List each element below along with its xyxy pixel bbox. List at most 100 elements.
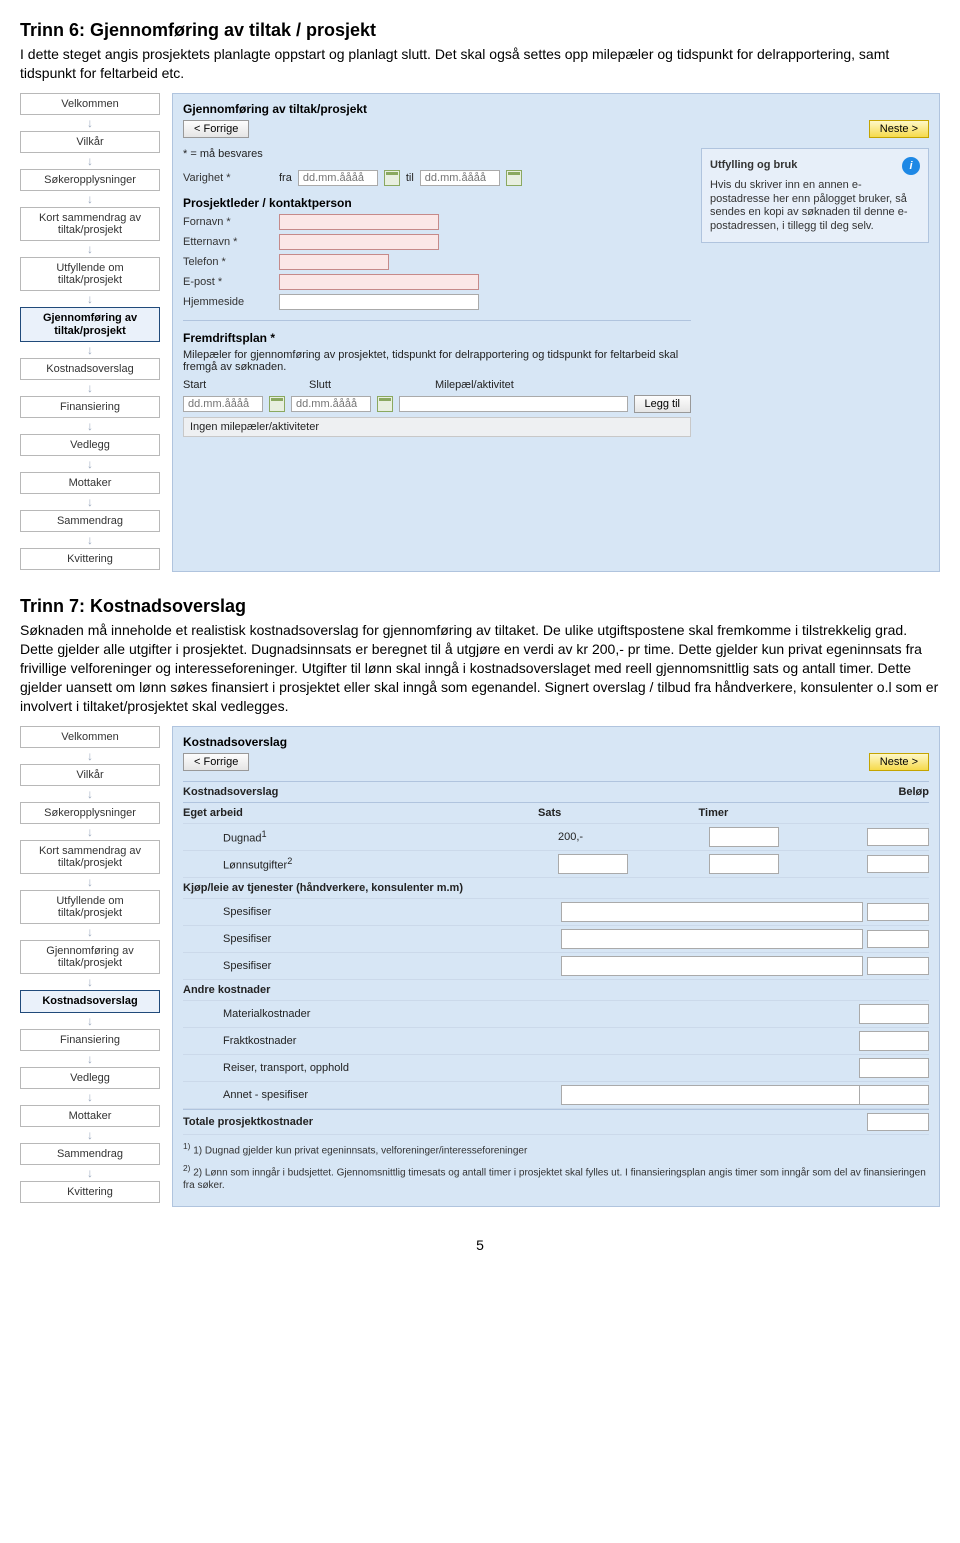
dugnad-sats-value: 200,- [518,831,703,843]
material-label: Materialkostnader [183,1008,853,1020]
spesifiser-2-input[interactable] [561,929,863,949]
sidebar-item-sokeropplysninger[interactable]: Søkeropplysninger [20,802,160,824]
no-milestones: Ingen milepæler/aktiviteter [183,417,691,437]
dugnad-timer-input[interactable] [709,827,779,847]
date-to-input[interactable] [420,170,500,186]
material-amount-input[interactable] [859,1004,929,1024]
telefon-label: Telefon * [183,256,273,268]
sidebar-item-sammendrag[interactable]: Sammendrag [20,1143,160,1165]
amount-heading: Beløp [898,786,929,798]
spesifiser-3-input[interactable] [561,956,863,976]
calendar-icon[interactable] [384,170,400,186]
calendar-icon[interactable] [269,396,285,412]
fornavn-input[interactable] [279,214,439,230]
total-label: Totale prosjektkostnader [183,1116,853,1128]
arrow-icon: ↓ [20,155,160,167]
required-note: * = må besvares [183,148,691,160]
milestone-text-input[interactable] [399,396,628,412]
sidebar-item-gjennomforing[interactable]: Gjennomføring av tiltak/prosjekt [20,940,160,974]
page-number: 5 [20,1237,940,1253]
footnote-2: 2) 2) Lønn som inngår i budsjettet. Gjen… [183,1163,929,1192]
fra-label: fra [279,172,292,184]
app-screenshot-2: Velkommen ↓ Vilkår ↓ Søkeropplysninger ↓… [20,726,940,1208]
sidebar-item-vilkar[interactable]: Vilkår [20,131,160,153]
sidebar-item-sokeropplysninger[interactable]: Søkeropplysninger [20,169,160,191]
etternavn-input[interactable] [279,234,439,250]
fremdriftsplan-title: Fremdriftsplan * [183,331,691,345]
add-button[interactable]: Legg til [634,395,691,413]
main-panel: Kostnadsoverslag < Forrige Neste > Kostn… [172,726,940,1208]
prev-button[interactable]: < Forrige [183,753,249,771]
sidebar-item-vedlegg[interactable]: Vedlegg [20,1067,160,1089]
prev-button[interactable]: < Forrige [183,120,249,138]
etternavn-label: Etternavn * [183,236,273,248]
wizard-sidebar: Velkommen ↓ Vilkår ↓ Søkeropplysninger ↓… [20,726,160,1208]
annet-label: Annet - spesifiser [183,1089,515,1101]
sidebar-item-velkommen[interactable]: Velkommen [20,93,160,115]
arrow-icon: ↓ [20,1053,160,1065]
sidebar-item-finansiering[interactable]: Finansiering [20,396,160,418]
arrow-icon: ↓ [20,876,160,888]
sidebar-item-kostnadsoverslag[interactable]: Kostnadsoverslag [20,990,160,1012]
sidebar-item-sammendrag-kort[interactable]: Kort sammendrag av tiltak/prosjekt [20,207,160,241]
sidebar-item-kvittering[interactable]: Kvittering [20,548,160,570]
sidebar-item-utfyllende[interactable]: Utfyllende om tiltak/prosjekt [20,257,160,291]
sidebar-item-vilkar[interactable]: Vilkår [20,764,160,786]
start-col: Start [183,379,303,391]
sidebar-item-utfyllende[interactable]: Utfyllende om tiltak/prosjekt [20,890,160,924]
spesifiser-2-amount [867,930,929,948]
dugnad-amount [867,828,929,846]
arrow-icon: ↓ [20,193,160,205]
milestone-start-input[interactable] [183,396,263,412]
arrow-icon: ↓ [20,243,160,255]
frakt-amount-input[interactable] [859,1031,929,1051]
next-button[interactable]: Neste > [869,120,929,138]
section7-body: Søknaden må inneholde et realistisk kost… [20,621,940,715]
arrow-icon: ↓ [20,1129,160,1141]
dugnad-label: Dugnad [223,832,262,844]
arrow-icon: ↓ [20,976,160,988]
sidebar-item-kvittering[interactable]: Kvittering [20,1181,160,1203]
next-button[interactable]: Neste > [869,753,929,771]
sidebar-item-mottaker[interactable]: Mottaker [20,472,160,494]
calendar-icon[interactable] [506,170,522,186]
info-icon: i [902,157,920,175]
epost-input[interactable] [279,274,479,290]
help-title: Utfylling og bruk [710,159,797,173]
arrow-icon: ↓ [20,926,160,938]
date-from-input[interactable] [298,170,378,186]
sidebar-item-kostnadsoverslag[interactable]: Kostnadsoverslag [20,358,160,380]
hjemmeside-input[interactable] [279,294,479,310]
milestone-end-input[interactable] [291,396,371,412]
app-screenshot-1: Velkommen ↓ Vilkår ↓ Søkeropplysninger ↓… [20,93,940,572]
sidebar-item-sammendrag-kort[interactable]: Kort sammendrag av tiltak/prosjekt [20,840,160,874]
spes-label: Spesifiser [183,906,515,918]
lonn-sats-input[interactable] [558,854,628,874]
lonn-amount [867,855,929,873]
sidebar-item-velkommen[interactable]: Velkommen [20,726,160,748]
calendar-icon[interactable] [377,396,393,412]
reiser-amount-input[interactable] [859,1058,929,1078]
sidebar-item-sammendrag[interactable]: Sammendrag [20,510,160,532]
kjop-label: Kjøp/leie av tjenester (håndverkere, kon… [183,882,492,894]
spesifiser-1-input[interactable] [561,902,863,922]
eget-label: Eget arbeid [183,807,492,819]
arrow-icon: ↓ [20,1167,160,1179]
arrow-icon: ↓ [20,496,160,508]
arrow-icon: ↓ [20,458,160,470]
annet-spes-input[interactable] [561,1085,863,1105]
til-label: til [406,172,414,184]
help-body: Hvis du skriver inn en annen e-postadres… [710,179,920,234]
sidebar-item-finansiering[interactable]: Finansiering [20,1029,160,1051]
sidebar-item-mottaker[interactable]: Mottaker [20,1105,160,1127]
spesifiser-3-amount [867,957,929,975]
telefon-input[interactable] [279,254,389,270]
sidebar-item-vedlegg[interactable]: Vedlegg [20,434,160,456]
sidebar-item-gjennomforing[interactable]: Gjennomføring av tiltak/prosjekt [20,307,160,341]
annet-amount-input[interactable] [859,1085,929,1105]
section7-heading: Trinn 7: Kostnadsoverslag [20,596,940,617]
fremdriftsplan-desc: Milepæler for gjennomføring av prosjekte… [183,349,691,373]
sats-label: Sats [498,807,693,819]
lonn-timer-input[interactable] [709,854,779,874]
varighet-label: Varighet * [183,172,273,184]
